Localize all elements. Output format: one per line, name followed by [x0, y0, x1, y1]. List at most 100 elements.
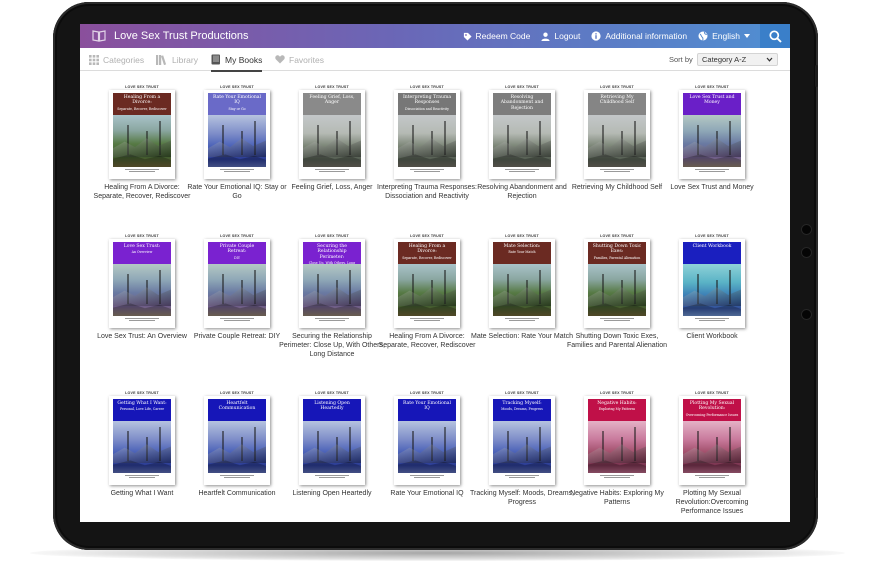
book-cover[interactable]: Retrieving My Childhood Self: [584, 90, 650, 179]
book-cover[interactable]: Rate Your Emotional IQ: [394, 396, 460, 485]
book-title: Negative Habits: Exploring My Patterns: [570, 490, 664, 506]
cover-title-band: Negative Habits: Exploring My Patterns: [588, 399, 646, 421]
cover-art: [398, 115, 456, 167]
language-label: English: [712, 31, 740, 41]
cover-footer: [208, 167, 266, 173]
sort-select-value: Category A-Z: [702, 55, 747, 64]
book-cover[interactable]: Client Workbook: [679, 239, 745, 328]
cover-title: Securing the Relationship Perimeter:: [317, 244, 347, 260]
book-cover[interactable]: Feeling Grief, Loss, Anger: [299, 90, 365, 179]
cover-title-band: Love Sex Trust: An Overview: [113, 242, 171, 264]
book-cover[interactable]: Love Sex Trust: An Overview: [109, 239, 175, 328]
cover-image: Plotting My Sexual Revolution: Overcomin…: [683, 399, 741, 479]
book-cover[interactable]: Tracking Myself: Moods, Dreams, Progress: [489, 396, 555, 485]
book-cover[interactable]: Love Sex Trust and Money: [679, 90, 745, 179]
brand-label: LOVE SEX TRUST: [220, 391, 254, 395]
cover-title: Love Sex Trust:: [123, 244, 161, 249]
cover-footer: [113, 167, 171, 173]
cover-footer: [303, 316, 361, 322]
logout-link[interactable]: Logout: [541, 31, 580, 41]
brand-label: LOVE SEX TRUST: [505, 85, 539, 89]
cover-image: Listening Open Heartedly: [303, 399, 361, 479]
tab-favorites[interactable]: Favorites: [275, 48, 324, 71]
book-cover[interactable]: Healing From a Divorce: Separate, Recove…: [109, 90, 175, 179]
globe-icon: [698, 31, 708, 41]
cover-image: Rate Your Emotional IQ Stay or Go: [208, 93, 266, 173]
book-cover[interactable]: Negative Habits: Exploring My Patterns: [584, 396, 650, 485]
cover-title: Rate Your Emotional IQ: [402, 401, 452, 412]
brand-label: LOVE SEX TRUST: [315, 234, 349, 238]
book-title: Rate Your Emotional IQ: Stay or Go: [187, 184, 287, 200]
cover-art-hills: [588, 444, 646, 463]
cover-art-hills: [208, 138, 266, 157]
cover-image: Tracking Myself: Moods, Dreams, Progress: [493, 399, 551, 479]
cover-subtitle: Stay or Go: [228, 106, 246, 111]
additional-information-link[interactable]: Additional information: [591, 31, 687, 41]
book-cover[interactable]: Shutting Down Toxic Exes: Families, Pare…: [584, 239, 650, 328]
brand-label: LOVE SEX TRUST: [695, 234, 729, 238]
cover-subtitle: DIY: [234, 255, 240, 260]
power-button: [815, 470, 818, 498]
book-cover[interactable]: Private Couple Retreat: DIY: [204, 239, 270, 328]
redeem-code-link[interactable]: Redeem Code: [463, 31, 531, 41]
book-cover[interactable]: Healing From a Divorce: Separate, Recove…: [394, 239, 460, 328]
sort-select[interactable]: Category A-Z: [697, 53, 778, 66]
book-cover[interactable]: Interpreting Trauma Responses Dissociati…: [394, 90, 460, 179]
tab-my-books[interactable]: My Books: [211, 48, 263, 72]
cover-title: Listening Open Heartedly: [314, 401, 350, 412]
language-dropdown[interactable]: English: [698, 31, 750, 41]
cover-image: Negative Habits: Exploring My Patterns: [588, 399, 646, 479]
cover-title: Negative Habits:: [597, 401, 637, 406]
tag-icon: [463, 32, 472, 41]
cover-art: [398, 421, 456, 473]
brand-label: LOVE SEX TRUST: [600, 234, 634, 238]
brand-label: LOVE SEX TRUST: [600, 391, 634, 395]
cover-footer: [588, 473, 646, 479]
book-cover[interactable]: Mate Selection: Rate Your Match: [489, 239, 555, 328]
volume-button: [815, 65, 818, 87]
cover-art-hills: [683, 444, 741, 463]
cover-footer: [683, 167, 741, 173]
book-title: Private Couple Retreat: DIY: [193, 333, 281, 340]
cover-subtitle: An Overview: [131, 250, 153, 255]
cover-footer: [113, 316, 171, 322]
cover-art-hills: [588, 138, 646, 157]
tab-categories[interactable]: Categories: [89, 48, 144, 71]
cover-art-hills: [683, 287, 741, 306]
cover-art-hills: [493, 287, 551, 306]
book-cover[interactable]: Heartfelt Communication: [204, 396, 270, 485]
redeem-code-label: Redeem Code: [475, 31, 531, 41]
heart-icon: [275, 55, 285, 64]
cover-footer: [588, 167, 646, 173]
cover-subtitle: Dissociation and Reactivity: [405, 106, 449, 111]
cover-art-hills: [208, 444, 266, 463]
cover-art: [208, 421, 266, 473]
cover-title: Resolving Abandonment and Rejection: [500, 95, 544, 111]
book-cover[interactable]: Getting What I Want: Personal, Love Life…: [109, 396, 175, 485]
cover-title-band: Love Sex Trust and Money: [683, 93, 741, 115]
logout-label: Logout: [554, 31, 581, 41]
cover-image: Private Couple Retreat: DIY: [208, 242, 266, 322]
cover-title: Tracking Myself:: [502, 401, 542, 406]
book-title: Plotting My Sexual Revolution:Overcoming…: [675, 490, 749, 515]
grid-icon: [89, 54, 99, 65]
cover-footer: [683, 316, 741, 322]
user-icon: [541, 32, 550, 41]
cover-title: Healing From a Divorce:: [408, 244, 446, 255]
cover-title-band: Client Workbook: [683, 242, 741, 264]
search-button[interactable]: [760, 24, 790, 48]
book-cover[interactable]: Plotting My Sexual Revolution: Overcomin…: [679, 396, 745, 485]
cover-subtitle: Separate, Recover, Rediscover: [402, 255, 452, 260]
book-title: Client Workbook: [686, 333, 738, 340]
book-cover[interactable]: Resolving Abandonment and Rejection: [489, 90, 555, 179]
book-cover[interactable]: Rate Your Emotional IQ Stay or Go: [204, 90, 270, 179]
book-cover[interactable]: Listening Open Heartedly: [299, 396, 365, 485]
app-screen: Love Sex Trust Productions Redeem Code L…: [80, 24, 790, 522]
cover-title-band: Resolving Abandonment and Rejection: [493, 93, 551, 115]
book-cover[interactable]: Securing the Relationship Perimeter: Clo…: [299, 239, 365, 328]
book-title: Love Sex Trust: An Overview: [97, 333, 187, 340]
tab-library[interactable]: Library: [156, 48, 198, 71]
book-title: Getting What I Want: [110, 490, 174, 497]
cover-subtitle: Families, Parental Alienation: [593, 255, 641, 260]
sort-by-label: Sort by: [669, 55, 693, 64]
